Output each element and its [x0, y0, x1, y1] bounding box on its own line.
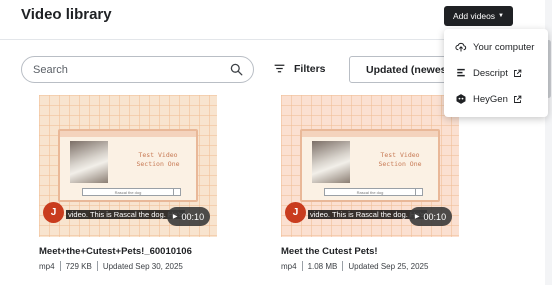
thumbnail-slide: Test Video Section One Rascal the dog	[58, 129, 198, 202]
external-link-icon	[513, 95, 522, 103]
duration-badge[interactable]: ▶ 00:10	[409, 207, 452, 226]
duration-text: 00:10	[181, 211, 205, 222]
avatar: J	[43, 202, 64, 223]
slide-search-button	[415, 188, 423, 196]
slide-title: Test Video Section One	[378, 151, 422, 168]
search-icon[interactable]	[230, 63, 243, 76]
video-size: 1.08 MB	[307, 261, 338, 271]
duration-badge[interactable]: ▶ 00:10	[167, 207, 210, 226]
video-thumbnail[interactable]: Test Video Section One Rascal the dog J …	[281, 95, 459, 237]
filters-button[interactable]: Filters	[273, 62, 326, 75]
search-input[interactable]: Search	[21, 56, 254, 83]
menu-item-descript[interactable]: Descript	[444, 60, 548, 86]
filter-icon	[274, 64, 285, 73]
menu-item-label: Your computer	[473, 41, 535, 53]
dog-photo	[312, 141, 350, 183]
avatar: J	[285, 202, 306, 223]
play-icon: ▶	[172, 214, 178, 220]
video-title[interactable]: Meet+the+Cutest+Pets!_60010106	[39, 246, 192, 257]
video-format: mp4	[281, 261, 297, 271]
descript-icon	[457, 68, 465, 77]
duration-text: 00:10	[423, 211, 447, 222]
video-updated: Updated Sep 25, 2025	[348, 261, 429, 271]
video-size: 729 KB	[65, 261, 92, 271]
play-icon: ▶	[414, 214, 420, 220]
search-placeholder: Search	[33, 64, 68, 76]
add-videos-menu: Your computer Descript HeyGen	[444, 29, 548, 117]
caret-down-icon: ▼	[498, 13, 504, 19]
add-videos-label: Add videos	[452, 11, 496, 21]
slide-search-box: Rascal the dog	[82, 188, 174, 196]
video-updated: Updated Sep 30, 2025	[102, 261, 183, 271]
video-card[interactable]: Test Video Section One Rascal the dog J …	[281, 95, 459, 271]
menu-item-your-computer[interactable]: Your computer	[444, 34, 548, 60]
sort-label: Updated (newest	[366, 64, 451, 76]
heygen-icon	[456, 94, 466, 104]
add-videos-button[interactable]: Add videos ▼	[444, 6, 513, 26]
thumbnail-slide: Test Video Section One Rascal the dog	[300, 129, 440, 202]
external-link-icon	[513, 69, 522, 77]
menu-item-heygen[interactable]: HeyGen	[444, 86, 548, 112]
video-card[interactable]: Test Video Section One Rascal the dog J …	[39, 95, 217, 271]
video-meta: mp4 729 KB Updated Sep 30, 2025	[39, 261, 183, 271]
video-meta: mp4 1.08 MB Updated Sep 25, 2025	[281, 261, 428, 271]
slide-search-button	[173, 188, 181, 196]
page-title: Video library	[21, 6, 112, 23]
slide-title: Test Video Section One	[136, 151, 180, 168]
video-format: mp4	[39, 261, 55, 271]
filters-label: Filters	[294, 62, 326, 75]
menu-item-label: Descript	[473, 67, 508, 79]
video-thumbnail[interactable]: Test Video Section One Rascal the dog J …	[39, 95, 217, 237]
sort-select[interactable]: Updated (newest	[349, 56, 459, 83]
slide-search-box: Rascal the dog	[324, 188, 416, 196]
menu-item-label: HeyGen	[473, 93, 508, 105]
cloud-upload-icon	[455, 42, 467, 52]
dog-photo	[70, 141, 108, 183]
video-title[interactable]: Meet the Cutest Pets!	[281, 246, 378, 257]
